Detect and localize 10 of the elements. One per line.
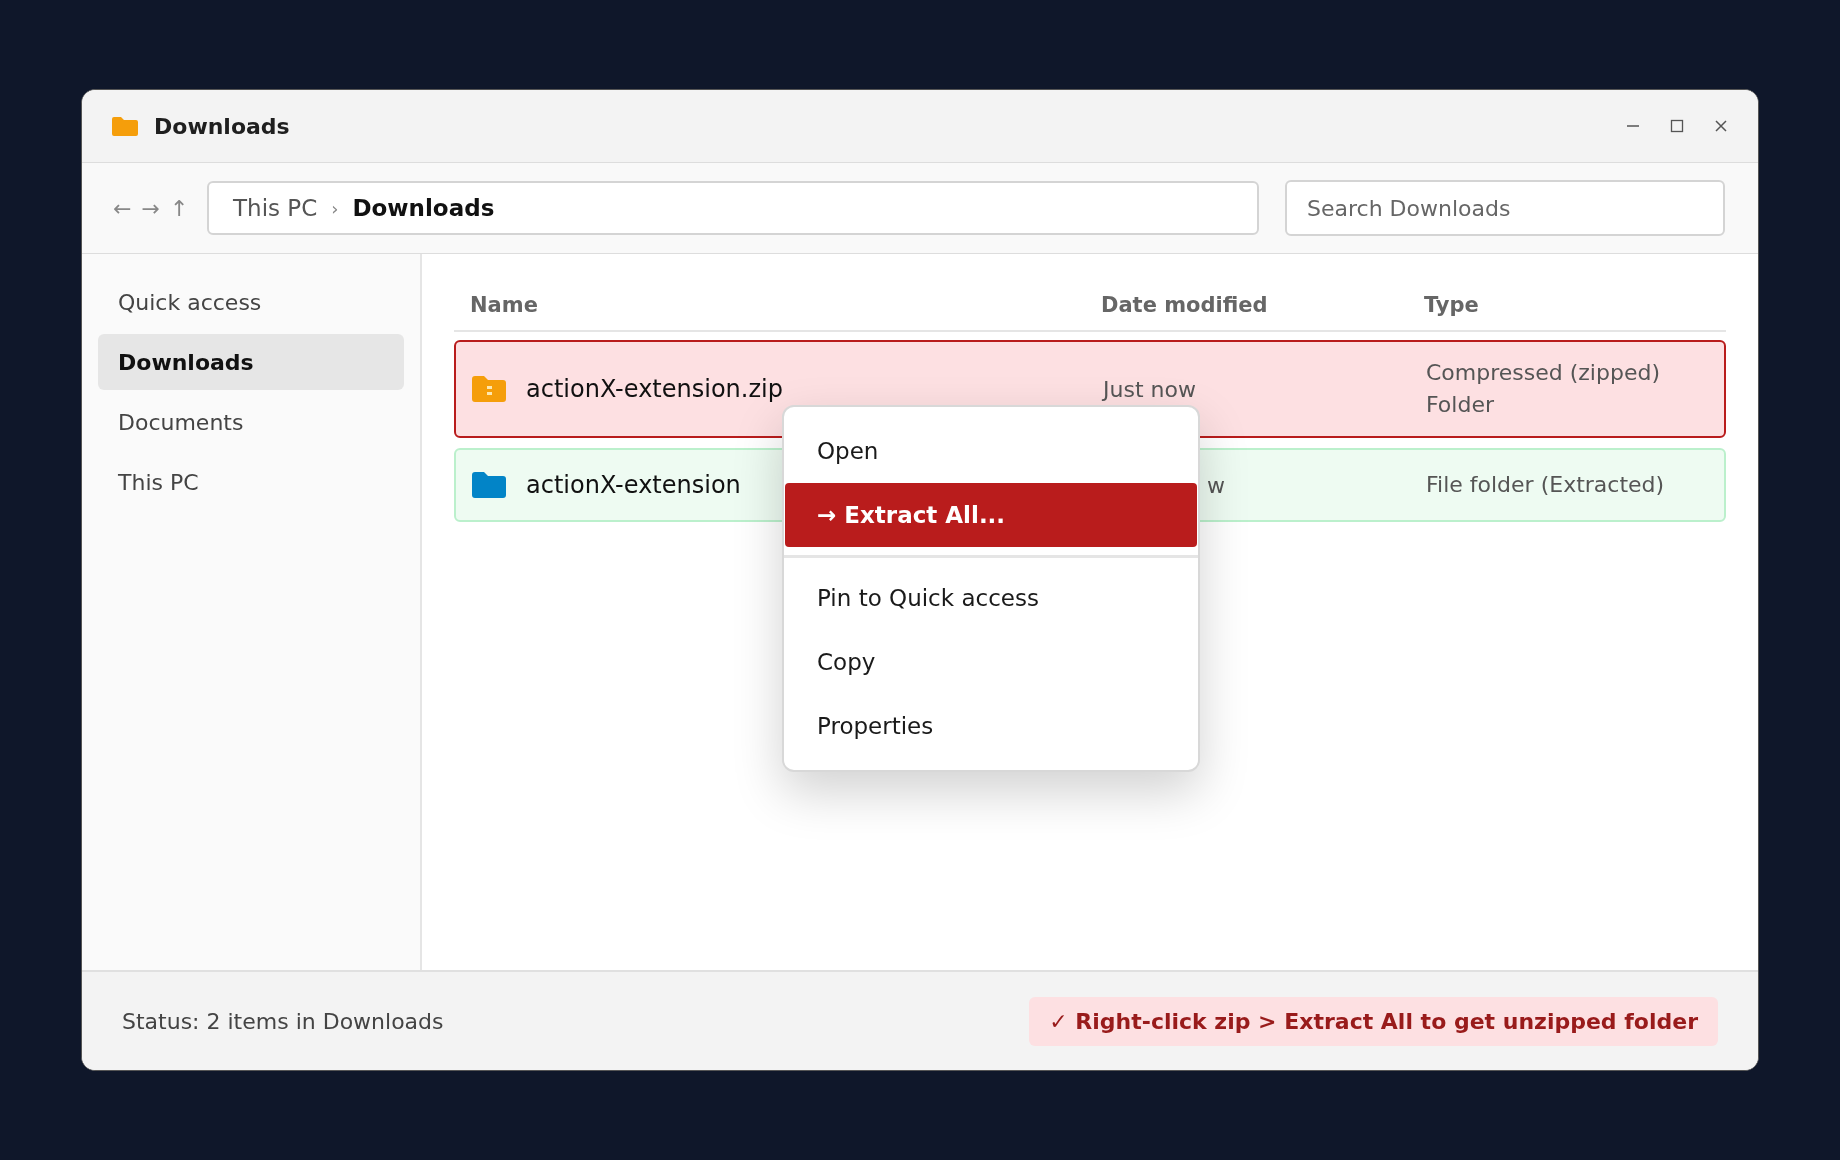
type-text: Compressed (zipped) Folder (1426, 359, 1661, 419)
file-name: actionX-extension.zip (526, 375, 783, 403)
breadcrumb-separator: › (331, 197, 339, 219)
date-text: w (1207, 472, 1225, 498)
hint-banner: ✓ Right-click zip > Extract All to get unzipped folder (1029, 996, 1718, 1046)
date-text: Just now (1103, 376, 1196, 402)
status-text: Status: 2 items in Downloads (122, 1008, 444, 1034)
window-title: Downloads (154, 113, 290, 139)
file-name: actionX-extension (526, 471, 741, 499)
type-text: File folder (Extracted) (1426, 471, 1666, 499)
